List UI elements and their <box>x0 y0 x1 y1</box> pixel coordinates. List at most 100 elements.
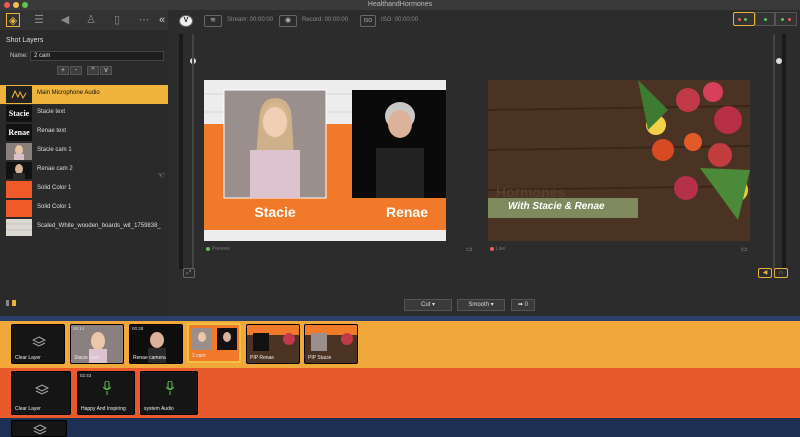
layers-stack-icon <box>33 424 47 435</box>
transition-cut-select[interactable]: Cut ▾ <box>404 299 452 311</box>
audio-happy-and-inspiring[interactable]: 02:43 Happy And Inspiring <box>77 371 135 415</box>
layer-row[interactable]: Renae Renae text <box>0 123 168 142</box>
shot-label: 2 cam <box>192 353 206 359</box>
layer-thumb <box>6 86 32 103</box>
layer-row[interactable]: Renae cam 2 <box>0 161 168 180</box>
left-toolbar: ◈ ☰ ◀ ♙ ▯ ⋯ « <box>0 10 168 30</box>
shot-label: Clear Layer <box>15 355 41 361</box>
monitor-icon[interactable]: ▭ <box>466 245 473 253</box>
right-volume-slider[interactable] <box>773 34 775 269</box>
phone-icon[interactable]: ▯ <box>110 13 124 27</box>
layers-icon[interactable]: ◈ <box>6 13 20 27</box>
layer-row[interactable]: Solid Color 1 <box>0 199 168 218</box>
layout-button-3[interactable] <box>775 12 797 26</box>
layer-thumb: Stacie <box>6 105 32 122</box>
app-logo-icon[interactable]: V <box>179 15 193 27</box>
section-title: Shot Layers <box>6 37 44 44</box>
shot-name-input[interactable]: 2 cam <box>30 51 164 61</box>
audio-clear-layer[interactable]: Clear Layer <box>11 371 71 415</box>
link-icon[interactable]: ⤢ <box>183 268 195 278</box>
layer-row[interactable]: Stacie Stacie text <box>0 104 168 123</box>
shot-clear-layer[interactable]: Clear Layer <box>11 324 65 364</box>
program-scene <box>488 80 750 241</box>
preview-name-right: Renae <box>385 204 429 220</box>
level-meter-icon <box>6 300 9 306</box>
layer-label: Stacie text <box>37 109 66 115</box>
wood-thumb <box>6 223 32 231</box>
shot-layers-panel: ◈ ☰ ◀ ♙ ▯ ⋯ « Shot Layers Name: 2 cam + … <box>0 10 168 316</box>
record-icon[interactable]: ◉ <box>279 15 297 27</box>
left-audio-meter[interactable] <box>179 34 183 269</box>
headphones-icon[interactable]: ∩ <box>774 268 788 278</box>
layer-label: Renae text <box>37 128 67 134</box>
microphone-icon <box>166 381 174 395</box>
add-layer-button[interactable]: + <box>57 66 69 75</box>
audio-system-audio[interactable]: system Audio <box>140 371 198 415</box>
shot-label: Clear Layer <box>15 406 41 412</box>
wifi-icon[interactable]: ≋ <box>204 15 222 27</box>
layer-label: Scaled_White_wooden_boards_wit_1759838_ <box>37 223 161 229</box>
collapse-icon[interactable]: « <box>155 13 169 27</box>
record-timer: Record: 00:00:00 <box>302 17 349 23</box>
speaker-toggle-icon[interactable]: ◀ <box>758 268 772 278</box>
shot-pip-renae[interactable]: PIP Renae <box>246 324 300 364</box>
shot-time: 02:43 <box>80 373 92 378</box>
more-icon[interactable]: ⋯ <box>137 13 151 27</box>
layer-row[interactable]: Scaled_White_wooden_boards_wit_1759838_ <box>0 218 168 237</box>
program-monitor[interactable]: Hormones With Stacie & Renae <box>488 80 750 241</box>
shot-stacie-cam[interactable]: 00:14 Stacie cam <box>70 324 124 364</box>
audio-track: Clear Layer 02:43 Happy And Inspiring sy… <box>0 368 800 418</box>
right-audio-meter[interactable] <box>782 34 786 269</box>
layout-button-2[interactable] <box>755 12 775 26</box>
shot-renae-camera[interactable]: 00:28 Renae camera <box>129 324 183 364</box>
go-button[interactable]: ➡ 0 <box>511 299 535 311</box>
program-status-dot <box>490 246 494 251</box>
cursor-hand-icon: ☜ <box>157 170 166 180</box>
shot-label: PIP Renae <box>250 355 275 361</box>
layer-label: Solid Color 1 <box>37 204 72 210</box>
layer-thumb <box>6 143 32 160</box>
shot-pip-stacie[interactable]: PIP Stacie <box>304 324 358 364</box>
program-title-text: Hormones <box>496 184 566 200</box>
iso-timer: ISO: 00:00:00 <box>381 17 419 23</box>
program-status: Live <box>490 246 505 252</box>
left-volume-slider[interactable] <box>192 34 194 269</box>
renae-cam-thumb <box>13 164 25 179</box>
iso-icon[interactable]: ISO <box>360 15 376 27</box>
layer-label: Stacie cam 1 <box>37 147 72 153</box>
layout-button-1[interactable] <box>733 12 755 26</box>
layer-thumb <box>6 219 32 236</box>
person-icon[interactable]: ♙ <box>84 13 98 27</box>
remove-layer-button[interactable]: - <box>70 66 82 75</box>
speaker-icon[interactable]: ◀ <box>58 13 72 27</box>
move-up-button[interactable]: ^ <box>87 66 99 75</box>
preview-status: Preview <box>206 246 230 252</box>
layer-thumb: Renae <box>6 124 32 141</box>
layer-thumb <box>6 162 32 179</box>
layer-row[interactable]: Main Microphone Audio <box>0 85 168 104</box>
layer-label: Renae cam 2 <box>37 166 73 172</box>
move-down-button[interactable]: v <box>100 66 112 75</box>
layer-row[interactable]: Stacie cam 1 <box>0 142 168 161</box>
layer-row[interactable]: Solid Color 1 <box>0 180 168 199</box>
layers-stack-icon <box>35 384 49 395</box>
shot-2-cam[interactable]: 2 cam <box>187 323 241 363</box>
sliders-icon[interactable]: ☰ <box>32 13 46 27</box>
transition-smooth-select[interactable]: Smooth ▾ <box>457 299 505 311</box>
right-volume-knob[interactable] <box>776 58 782 64</box>
thumb-text: Renae <box>8 128 30 137</box>
microphone-icon <box>103 381 111 395</box>
layer-label: Solid Color 1 <box>37 185 72 191</box>
preview-status-dot <box>206 246 210 251</box>
shot-label: system Audio <box>144 406 174 412</box>
shot-label: Renae camera <box>133 355 166 361</box>
monitor-area: V ≋ Stream: 00:00:00 ◉ Record: 00:00:00 … <box>168 10 800 316</box>
preview-name-left: Stacie <box>254 204 296 220</box>
stream-timer: Stream: 00:00:00 <box>227 17 274 23</box>
lower-clear-layer[interactable] <box>11 420 67 437</box>
stacie-cam-thumb <box>14 145 24 160</box>
thumb-text: Stacie <box>8 109 30 118</box>
preview-monitor[interactable]: Stacie Renae <box>204 80 446 241</box>
lower-track <box>0 418 800 437</box>
monitor-icon[interactable]: ▭ <box>741 245 748 253</box>
